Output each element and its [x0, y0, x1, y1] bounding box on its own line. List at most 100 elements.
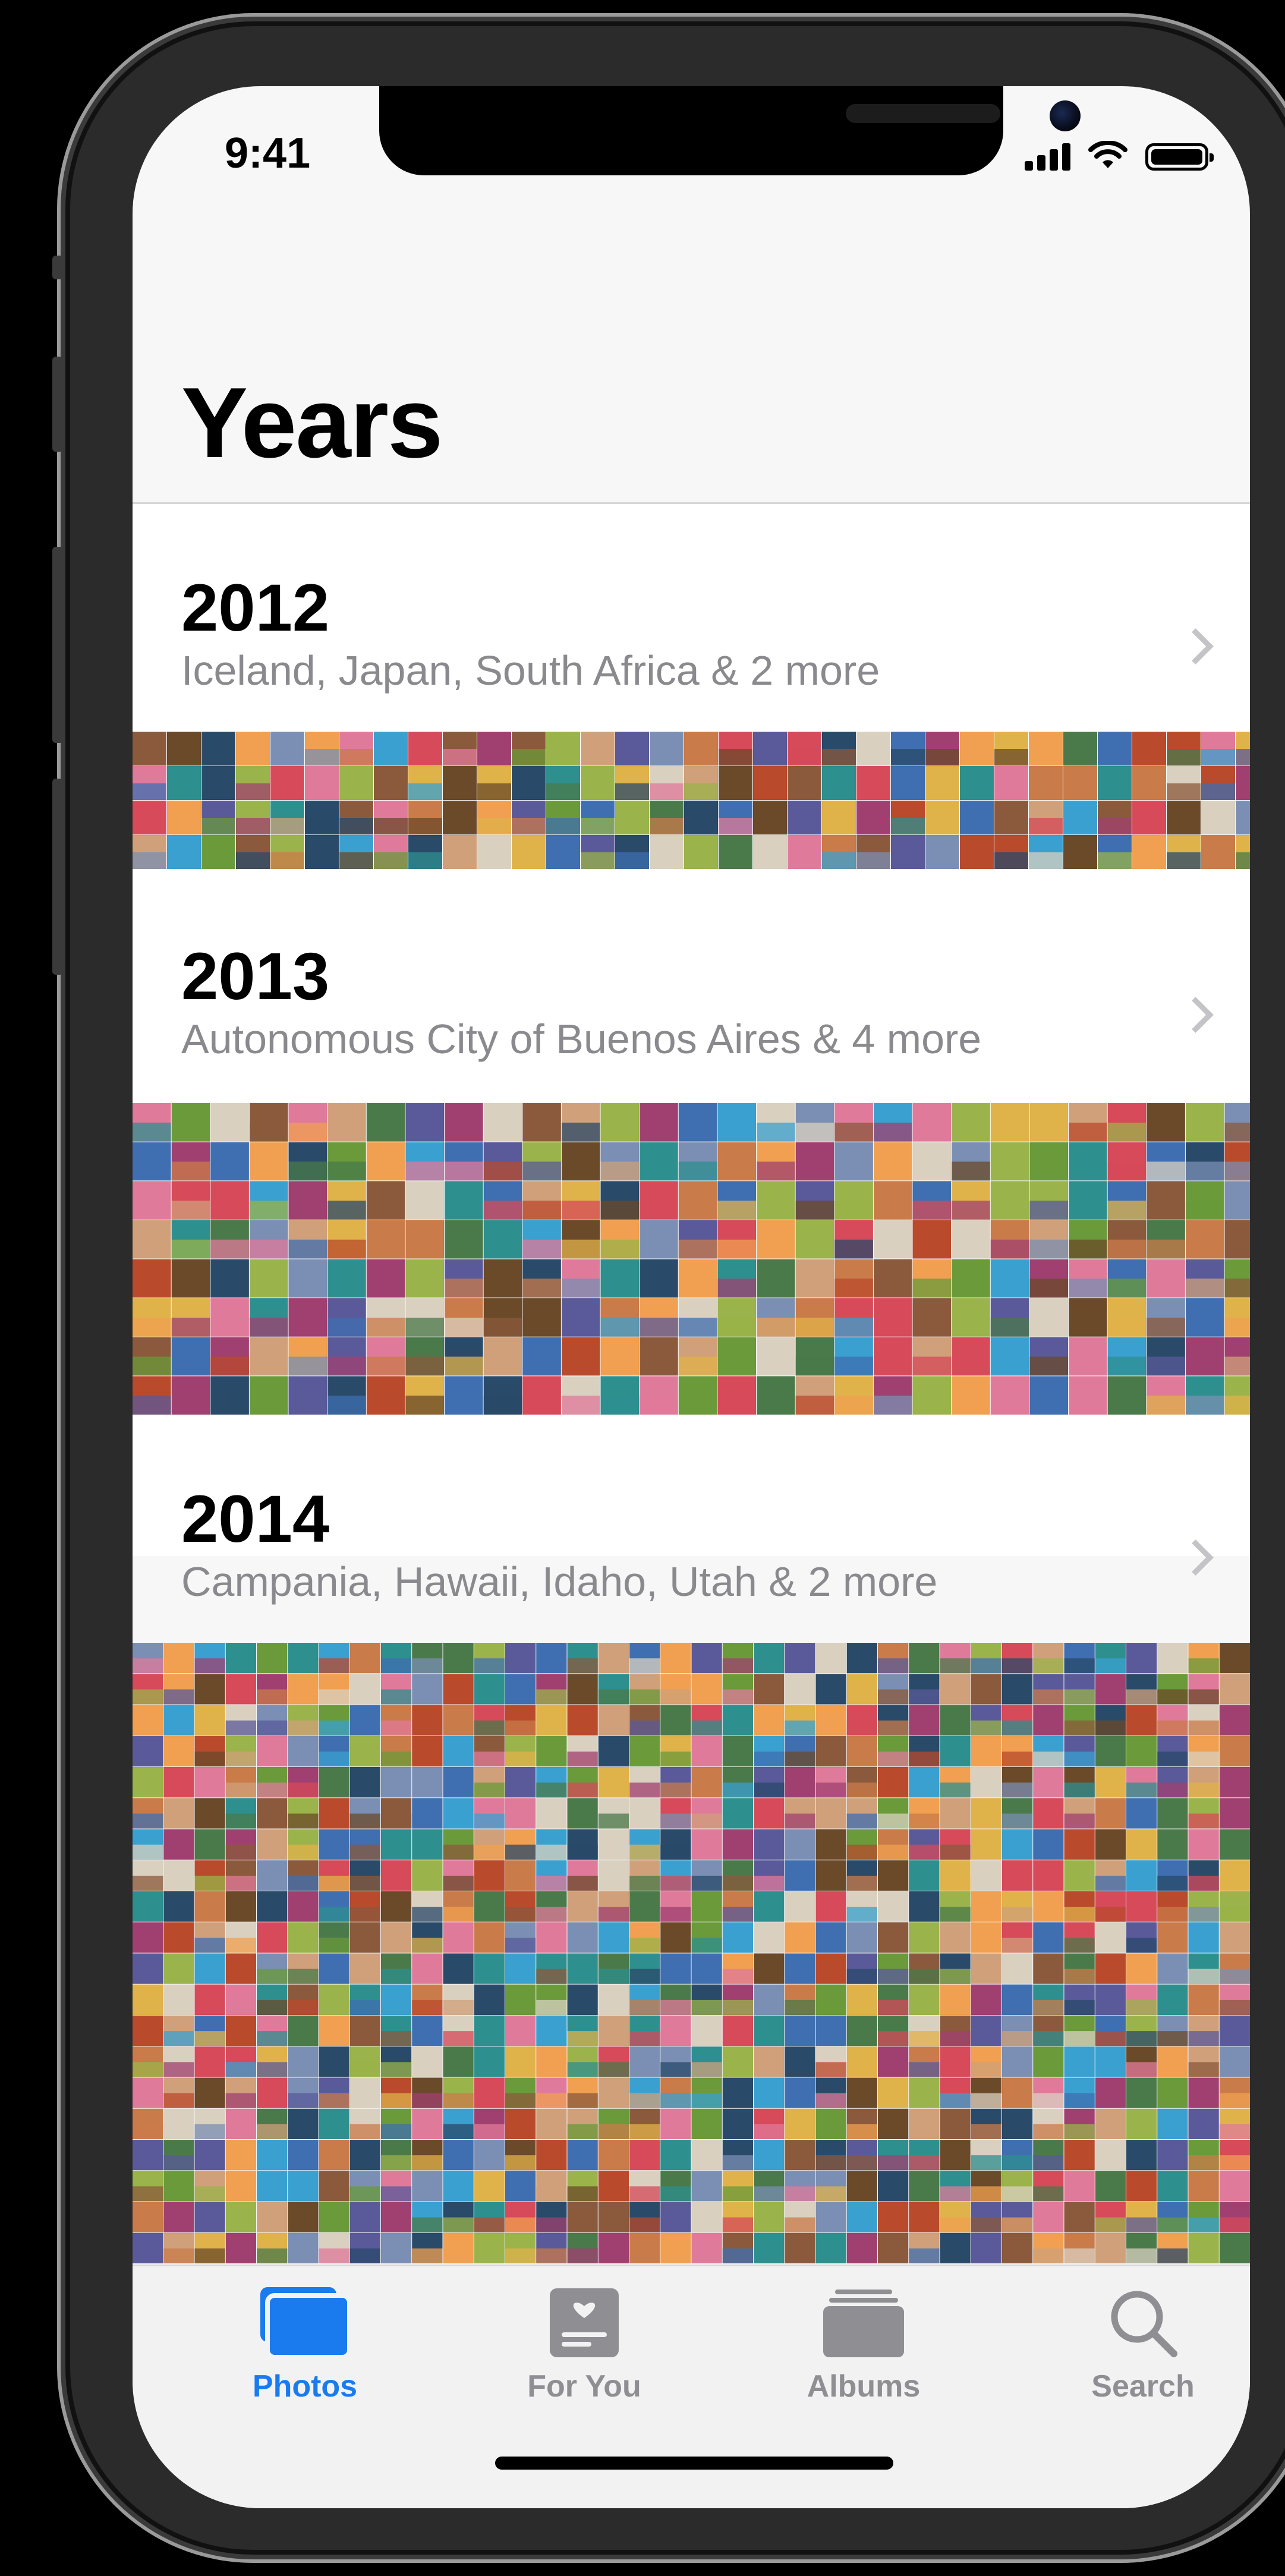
tab-for-you[interactable]: For You	[483, 2287, 685, 2404]
photo-thumbnail	[1201, 835, 1235, 869]
photo-thumbnail	[1095, 1984, 1126, 2015]
photo-thumbnail-detail	[722, 2248, 753, 2263]
photo-thumbnail	[691, 2016, 722, 2046]
photo-thumbnail-detail	[505, 1907, 536, 1922]
photo-thumbnail	[412, 1674, 443, 1705]
photo-thumbnail-detail	[846, 1907, 877, 1922]
photo-thumbnail	[660, 1705, 691, 1736]
photo-thumbnail	[1188, 2108, 1219, 2139]
photo-thumbnail-detail	[536, 1999, 567, 2015]
status-bar: 9:41	[133, 86, 1250, 177]
photo-thumbnail	[133, 1953, 163, 1984]
photo-thumbnail	[412, 1860, 443, 1891]
photo-thumbnail	[249, 1259, 288, 1298]
photo-thumbnail-detail	[374, 749, 408, 766]
tab-albums[interactable]: Albums	[763, 2287, 965, 2404]
photo-thumbnail-detail	[567, 1783, 598, 1798]
photo-thumbnail	[163, 1767, 194, 1798]
photo-thumbnail-detail	[912, 1278, 952, 1298]
photo-thumbnail-detail	[1185, 1396, 1224, 1415]
photo-thumbnail	[1029, 1103, 1068, 1142]
photo-thumbnail	[257, 2077, 288, 2108]
photo-thumbnail-detail	[319, 2093, 349, 2108]
photo-thumbnail	[133, 1736, 163, 1766]
photo-thumbnail-detail	[722, 1999, 753, 2015]
photo-thumbnail-detail	[561, 1278, 600, 1298]
photo-thumbnail-detail	[1064, 1689, 1095, 1705]
photo-thumbnail-detail	[878, 1751, 909, 1766]
photo-thumbnail-detail	[1188, 1720, 1219, 1736]
photo-thumbnail-detail	[1002, 2031, 1033, 2046]
photo-thumbnail	[971, 1767, 1001, 1798]
photo-thumbnail	[319, 1767, 349, 1798]
photo-thumbnail	[1126, 1860, 1157, 1891]
photo-thumbnail-detail	[1095, 2217, 1126, 2232]
photo-thumbnail	[615, 801, 649, 834]
years-list: 2012 Iceland, Japan, South Africa & 2 mo…	[133, 504, 1250, 2263]
photo-thumbnail	[522, 1103, 561, 1142]
photo-thumbnail	[1033, 1953, 1064, 1984]
photo-thumbnail-detail	[1002, 1658, 1033, 1674]
photo-thumbnail-detail	[1224, 1356, 1250, 1376]
photo-thumbnail	[678, 1181, 717, 1220]
photo-thumbnail	[990, 1142, 1029, 1181]
photo-thumbnail-detail	[505, 2093, 536, 2108]
photo-thumbnail-detail	[1002, 2217, 1033, 2232]
photo-thumbnail	[952, 1298, 990, 1337]
photo-thumbnail-detail	[257, 1783, 288, 1798]
photo-thumbnail	[133, 2016, 163, 2046]
photo-thumbnail-detail	[940, 1844, 971, 1860]
photo-thumbnail-detail	[381, 2155, 412, 2171]
photo-thumbnail-detail	[1064, 1658, 1095, 1674]
photo-thumbnail-detail	[891, 818, 925, 834]
photo-thumbnail	[785, 1922, 815, 1953]
year-row-2012[interactable]: 2012 Iceland, Japan, South Africa & 2 mo…	[133, 504, 1250, 869]
photo-thumbnail	[288, 2171, 319, 2202]
photo-thumbnail-detail	[1126, 2248, 1157, 2263]
photo-thumbnail-detail	[1107, 1317, 1147, 1337]
photo-thumbnail-detail	[717, 1278, 756, 1298]
photo-thumbnail	[873, 1337, 912, 1376]
photo-thumbnail-detail	[940, 1658, 971, 1674]
photo-thumbnail	[1029, 1376, 1068, 1415]
photo-thumbnail	[236, 732, 270, 766]
photo-thumbnail	[722, 1736, 753, 1766]
photo-thumbnail-detail	[288, 2093, 319, 2108]
photo-thumbnail-detail	[1098, 852, 1132, 869]
photo-thumbnail	[960, 835, 994, 869]
photo-thumbnail-detail	[722, 1907, 753, 1922]
photo-thumbnail	[194, 1891, 225, 1922]
photo-thumbnail-detail	[225, 2093, 256, 2108]
photo-thumbnail-detail	[1033, 1999, 1064, 2015]
photo-thumbnail	[288, 1891, 319, 1922]
photo-thumbnail-detail	[815, 1783, 846, 1798]
photo-thumbnail-detail	[257, 2248, 288, 2263]
year-row-2014[interactable]: 2014 Campania, Hawaii, Idaho, Utah & 2 m…	[133, 1415, 1250, 2265]
photo-thumbnail-detail	[795, 1201, 834, 1220]
tab-search[interactable]: Search	[1042, 2287, 1244, 2404]
year-row-2013[interactable]: 2013 Autonomous City of Buenos Aires & 4…	[133, 873, 1250, 1415]
photo-thumbnail	[990, 1376, 1029, 1415]
photo-thumbnail-detail	[785, 1813, 815, 1829]
photo-thumbnail	[1033, 1798, 1064, 1829]
photo-thumbnail	[381, 2202, 412, 2232]
photo-thumbnail-detail	[846, 1844, 877, 1860]
tab-bar: Photos For You Albums Search	[133, 2265, 1250, 2508]
photo-thumbnail-detail	[1095, 1720, 1126, 1736]
photo-thumbnail-detail	[815, 2093, 846, 2108]
photo-thumbnail	[474, 1953, 505, 1984]
photo-thumbnail	[512, 835, 546, 869]
photo-thumbnail-detail	[163, 2031, 194, 2046]
photo-thumbnail	[1063, 835, 1097, 869]
photo-thumbnail	[445, 1220, 483, 1259]
photo-thumbnail	[201, 835, 235, 869]
photo-thumbnail-detail	[133, 2186, 163, 2202]
tab-photos[interactable]: Photos	[204, 2287, 406, 2404]
photo-thumbnail-detail	[834, 1278, 873, 1298]
photo-thumbnail	[1095, 1922, 1126, 1953]
photo-thumbnail	[249, 1337, 288, 1376]
photo-thumbnail-detail	[133, 1356, 171, 1376]
photo-thumbnail	[598, 1767, 629, 1798]
photo-thumbnail-detail	[210, 1239, 249, 1259]
photo-thumbnail-detail	[327, 1201, 366, 1220]
